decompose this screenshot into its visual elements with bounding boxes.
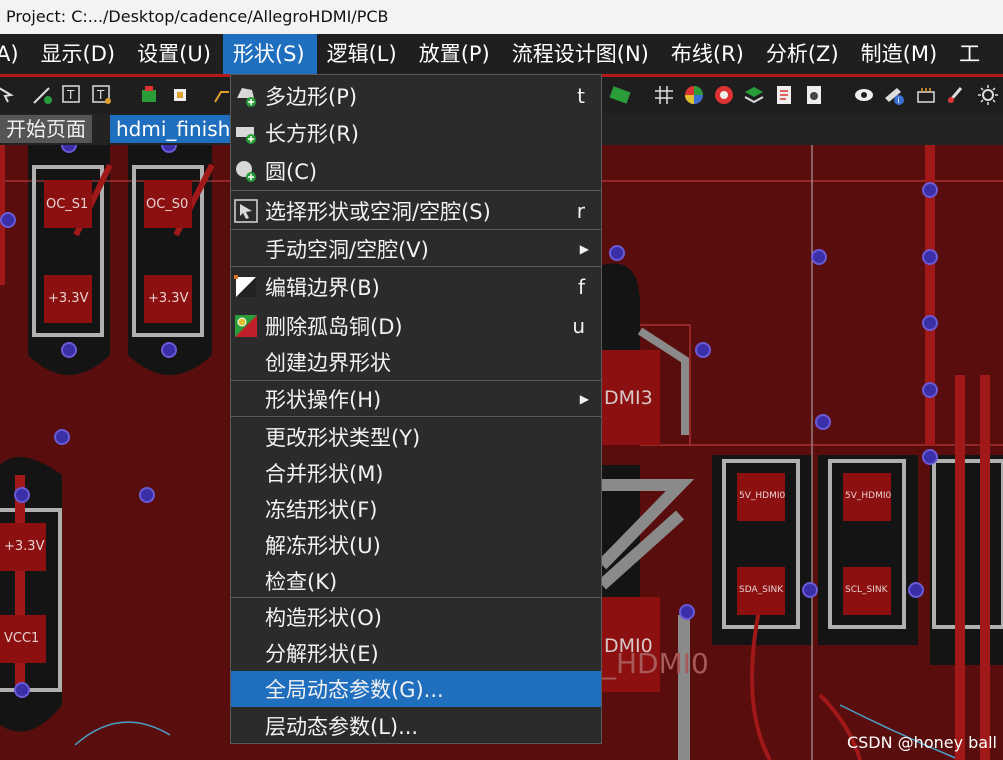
menu-bar: A) 显示(D) 设置(U) 形状(S) 逻辑(L) 放置(P) 流程设计图(N… [0,34,1003,74]
menu-item-compose-shape[interactable]: 构造形状(O) [231,599,601,635]
menu-item-unfreeze-shape[interactable]: 解冻形状(U) [231,527,601,563]
menu-separator [231,597,601,598]
label-dmi3: DMI3 [604,387,653,409]
menu-item-decompose-shape[interactable]: 分解形状(E) [231,635,601,671]
label-3v3-a: +3.3V [48,291,89,306]
info-icon[interactable]: i [882,83,906,107]
menu-item-analysis-prev[interactable]: A) [0,34,31,74]
report-icon[interactable] [772,83,796,107]
rectangle-icon [234,121,258,145]
label-5v-hdmi0-a: 5V_HDMI0 [739,491,786,501]
menu-item-setup[interactable]: 设置(U) [127,34,223,74]
menu-item-analyze[interactable]: 分析(Z) [756,34,851,74]
board-icon[interactable] [608,83,632,107]
menu-item-circle[interactable]: 圆(C) [231,153,601,189]
eye-icon[interactable] [852,83,876,107]
chip-icon[interactable] [168,83,192,107]
brush-icon[interactable] [944,83,968,107]
visibility-layer-icon[interactable] [712,83,736,107]
menu-item-place[interactable]: 放置(P) [409,34,502,74]
cursor-icon[interactable] [0,83,18,107]
svg-text:i: i [898,96,900,105]
tab-start-page[interactable]: 开始页面 [0,115,92,143]
menu-item-check[interactable]: 检查(K) [231,563,601,599]
label-vcc1: VCC1 [4,631,40,646]
add-text-icon[interactable]: T [60,83,84,107]
menu-item-manufacture[interactable]: 制造(M) [851,34,950,74]
menu-separator [231,416,601,417]
menu-item-shape-operations[interactable]: 形状操作(H) ▶ [231,381,601,417]
polygon-icon [234,84,258,108]
menu-item-change-shape-type[interactable]: 更改形状类型(Y) [231,419,601,455]
submenu-arrow-icon: ▶ [579,392,589,406]
menu-item-polygon[interactable]: 多边形(P) t [231,78,601,114]
menu-item-logic[interactable]: 逻辑(L) [317,34,409,74]
menu-item-tools[interactable]: 工 [949,34,992,74]
delete-island-icon [234,314,258,338]
label-3v3-b: +3.3V [148,291,189,306]
svg-text:T: T [66,88,75,102]
component-icon[interactable] [138,83,162,107]
menu-item-edit-boundary[interactable]: 编辑边界(B) f [231,269,601,305]
label-hdmi0-silk: _HDMI0 [602,647,709,680]
label-scl-sink: SCL_SINK [845,585,888,595]
sun-icon[interactable] [976,83,1000,107]
menu-separator [231,190,601,191]
menu-separator [231,266,601,267]
text-edit-icon[interactable]: T [90,83,114,107]
measure-icon[interactable] [914,83,938,107]
menu-item-flow-plan[interactable]: 流程设计图(N) [502,34,661,74]
menu-item-global-dynamic-params[interactable]: 全局动态参数(G)... [231,671,601,707]
circle-icon [234,159,258,183]
label-oc-s0: OC_S0 [146,197,189,212]
menu-item-delete-island[interactable]: 删除孤岛铜(D) u [231,308,601,344]
window-title: Project: C:.../Desktop/cadence/AllegroHD… [0,0,1003,34]
add-line-icon[interactable] [30,83,54,107]
menu-separator [231,229,601,230]
watermark: CSDN @honey ball [846,733,997,752]
menu-item-merge-shapes[interactable]: 合并形状(M) [231,455,601,491]
menu-item-layer-dynamic-params[interactable]: 层动态参数(L)... [231,708,601,744]
select-cursor-icon [234,199,258,223]
menu-item-rectangle[interactable]: 长方形(R) [231,115,601,151]
label-3v3-c: +3.3V [4,539,45,554]
label-5v-hdmi0-b: 5V_HDMI0 [845,491,892,501]
menu-item-route[interactable]: 布线(R) [661,34,756,74]
menu-item-create-boundary-shape[interactable]: 创建边界形状 [231,344,601,380]
tab-hdmi-finish[interactable]: hdmi_finish [110,115,234,143]
menu-item-display[interactable]: 显示(D) [31,34,128,74]
label-oc-s1: OC_S1 [46,197,89,212]
svg-text:T: T [96,88,105,102]
menu-item-shape[interactable]: 形状(S) [222,34,317,74]
submenu-arrow-icon: ▶ [579,242,589,256]
grid-icon[interactable] [652,83,676,107]
layers-icon[interactable] [742,83,766,107]
menu-item-freeze-shape[interactable]: 冻结形状(F) [231,491,601,527]
color-palette-icon[interactable] [682,83,706,107]
menu-item-select-shape[interactable]: 选择形状或空洞/空腔(S) r [231,193,601,229]
menu-item-manual-void[interactable]: 手动空洞/空腔(V) ▶ [231,231,601,267]
label-sda-sink: SDA_SINK [739,585,784,595]
edit-boundary-icon [234,275,258,299]
shape-dropdown-menu: 多边形(P) t 长方形(R) 圆(C) 选择形状或空洞/空腔(S) r 手动空… [230,74,602,744]
settings-doc-icon[interactable] [802,83,826,107]
